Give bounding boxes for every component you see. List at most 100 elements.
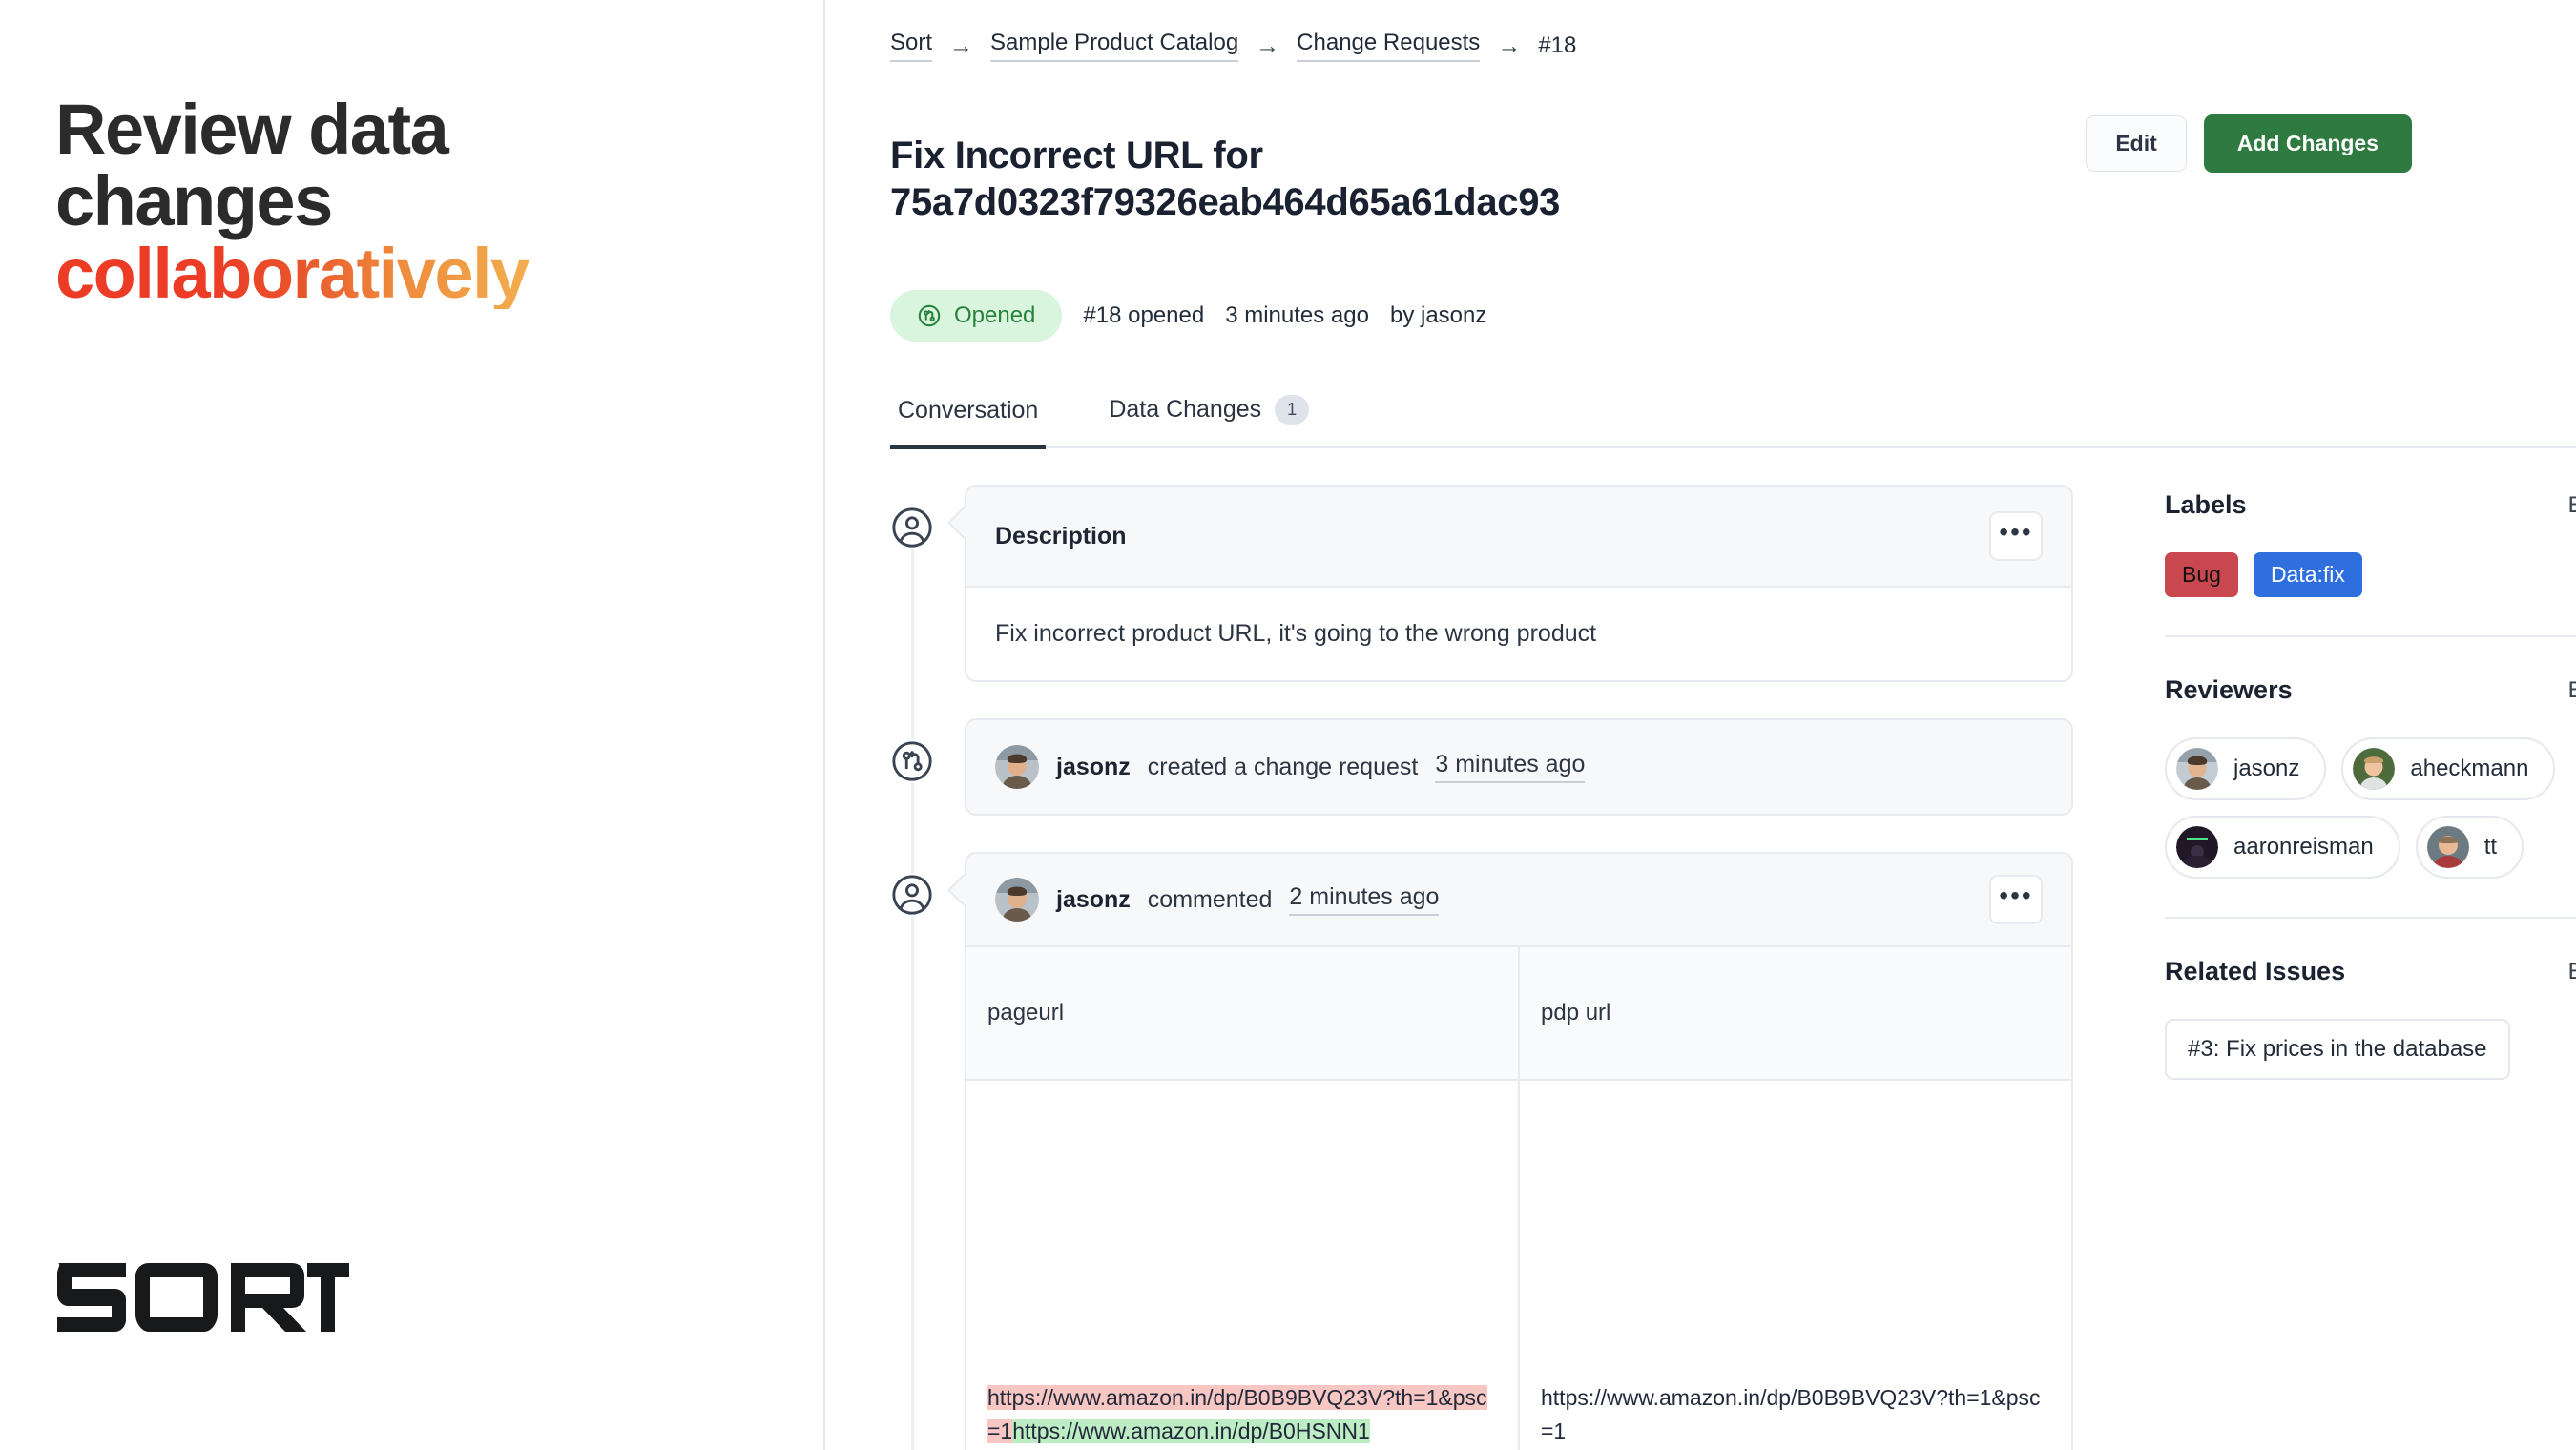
status-number: #18 opened xyxy=(1083,301,1205,328)
person-circle-icon xyxy=(890,506,934,550)
timeline-item-comment: jasonz commented 2 minutes ago ••• pageu… xyxy=(890,852,2073,1450)
status-meta-row: Opened #18 opened 3 minutes ago by jason… xyxy=(890,289,2576,342)
reviewers-list: jasonz aheckmann aaronreisman tt xyxy=(2165,737,2576,880)
avatar xyxy=(2176,748,2218,791)
status-badge-label: Opened xyxy=(954,301,1036,328)
reviewers-section: Reviewers Edit xyxy=(2165,675,2576,917)
promo-line-2: changes xyxy=(55,161,333,241)
tab-conversation[interactable]: Conversation xyxy=(890,397,1047,450)
event-timestamp[interactable]: 3 minutes ago xyxy=(1435,751,1586,784)
sidebar-divider xyxy=(2165,917,2576,920)
comment-action: commented xyxy=(1147,885,1273,913)
timeline-item-description: Description ••• Fix incorrect product UR… xyxy=(890,485,2073,683)
promo-panel: Review data changes collaboratively xyxy=(0,0,825,1450)
related-issues-title: Related Issues xyxy=(2165,957,2346,986)
comment-timestamp[interactable]: 2 minutes ago xyxy=(1289,883,1440,917)
breadcrumb-item-change-requests[interactable]: Change Requests xyxy=(1297,30,1481,62)
event-action: created a change request xyxy=(1147,753,1419,780)
content-columns: Description ••• Fix incorrect product UR… xyxy=(890,485,2576,1450)
breadcrumb-separator: → xyxy=(949,31,974,59)
label-chip-bug[interactable]: Bug xyxy=(2165,552,2238,598)
breadcrumb-item-current: #18 xyxy=(1538,32,1577,58)
sort-logo-icon xyxy=(57,1263,349,1332)
reviewers-title: Reviewers xyxy=(2165,675,2293,705)
event-card-wrap: jasonz created a change request 3 minute… xyxy=(965,718,2073,817)
status-author: by jasonz xyxy=(1389,301,1487,328)
avatar xyxy=(2353,748,2396,791)
tab-bar: Conversation Data Changes 1 xyxy=(890,394,2576,450)
tab-data-changes-count: 1 xyxy=(1275,394,1310,425)
reviewer-chip-aheckmann[interactable]: aheckmann xyxy=(2341,737,2556,801)
tab-data-changes[interactable]: Data Changes 1 xyxy=(1101,394,1317,449)
sidebar-divider xyxy=(2165,635,2576,638)
column-header-pageurl: pageurl xyxy=(966,947,1520,1082)
comment-card: jasonz commented 2 minutes ago ••• pageu… xyxy=(965,852,2073,1450)
description-body: Fix incorrect product URL, it's going to… xyxy=(995,620,1597,648)
reviewers-edit-label: Edit xyxy=(2567,676,2576,703)
promo-heading: Review data changes collaboratively xyxy=(55,93,761,309)
avatar xyxy=(2176,826,2218,869)
reviewer-chip-aaronreisman[interactable]: aaronreisman xyxy=(2165,816,2400,880)
label-chip-datafix[interactable]: Data:fix xyxy=(2253,552,2362,598)
breadcrumb-separator: → xyxy=(1497,31,1522,59)
pull-request-icon xyxy=(918,304,941,327)
reviewer-name: jasonz xyxy=(2233,756,2300,782)
reviewer-name: aaronreisman xyxy=(2233,834,2374,860)
timeline-column: Description ••• Fix incorrect product UR… xyxy=(890,485,2073,1450)
breadcrumb: Sort → Sample Product Catalog → Change R… xyxy=(890,27,2576,65)
comment-user: jasonz xyxy=(1056,885,1131,913)
tab-data-changes-label: Data Changes xyxy=(1109,396,1262,424)
avatar xyxy=(995,878,1039,922)
labels-list: Bug Data:fix xyxy=(2165,552,2576,598)
app-root: Review data changes collaboratively Sort… xyxy=(0,0,2576,1450)
related-issues-edit-label: Edit xyxy=(2567,958,2576,984)
edit-button[interactable]: Edit xyxy=(2086,115,2187,172)
promo-line-3: collaboratively xyxy=(55,233,530,313)
breadcrumb-separator: → xyxy=(1256,31,1280,59)
details-sidebar: Labels Edit Bug Data:fix xyxy=(2165,485,2576,1450)
person-circle-icon xyxy=(890,873,934,918)
add-changes-button[interactable]: Add Changes xyxy=(2203,114,2412,173)
description-card: Description ••• Fix incorrect product UR… xyxy=(965,485,2073,683)
description-card-wrap: Description ••• Fix incorrect product UR… xyxy=(965,485,2073,683)
related-issues-list: #3: Fix prices in the database xyxy=(2165,1019,2576,1081)
avatar xyxy=(2426,826,2469,869)
reviewer-chip-jasonz[interactable]: jasonz xyxy=(2165,737,2327,801)
status-time: 3 minutes ago xyxy=(1225,301,1369,328)
table-row: https://www.amazon.in/dp/B0B9BVQ23V?th=1… xyxy=(966,1080,2071,1450)
related-issues-edit-button[interactable]: Edit xyxy=(2568,958,2576,986)
description-title: Description xyxy=(995,522,1127,549)
labels-edit-button[interactable]: Edit xyxy=(2568,491,2576,520)
status-badge: Opened xyxy=(890,289,1063,342)
sort-logo xyxy=(53,1259,349,1336)
cell-pdp-url: https://www.amazon.in/dp/B0B9BVQ23V?th=1… xyxy=(1541,1385,2041,1443)
avatar xyxy=(995,745,1039,790)
tab-conversation-label: Conversation xyxy=(898,397,1039,425)
comment-card-header: jasonz commented 2 minutes ago ••• xyxy=(966,854,2071,948)
related-issue-chip[interactable]: #3: Fix prices in the database xyxy=(2165,1019,2510,1081)
page-title: Fix Incorrect URL for 75a7d0323f79326eab… xyxy=(890,135,1561,223)
table-header-row: pageurl pdp url xyxy=(966,947,2071,1082)
reviewer-name: aheckmann xyxy=(2410,756,2529,782)
git-pull-request-icon xyxy=(890,739,934,784)
breadcrumb-item-catalog[interactable]: Sample Product Catalog xyxy=(990,30,1239,62)
description-card-header: Description ••• xyxy=(966,487,2071,589)
reviewer-chip-tt[interactable]: tt xyxy=(2415,816,2524,880)
timeline-item-event: jasonz created a change request 3 minute… xyxy=(890,718,2073,817)
labels-edit-label: Edit xyxy=(2567,491,2576,518)
header-actions: Edit Add Changes xyxy=(2086,114,2412,173)
breadcrumb-item-sort[interactable]: Sort xyxy=(890,30,933,62)
cell-pageurl-diff: https://www.amazon.in/dp/B0B9BVQ23V?th=1… xyxy=(966,1080,1520,1450)
event-user: jasonz xyxy=(1056,753,1131,780)
promo-line-1: Review data xyxy=(55,89,449,169)
related-issues-section: Related Issues Edit #3: Fix prices in th… xyxy=(2165,957,2576,1118)
description-menu-button[interactable]: ••• xyxy=(1989,511,2043,562)
data-diff-table: pageurl pdp url https://www.amazon.in/dp… xyxy=(966,947,2071,1450)
main-panel: Sort → Sample Product Catalog → Change R… xyxy=(825,0,2576,1450)
labels-section: Labels Edit Bug Data:fix xyxy=(2165,490,2576,635)
column-header-pdp-url: pdp url xyxy=(1519,947,2071,1082)
labels-title: Labels xyxy=(2165,490,2247,520)
diff-added-text: https://www.amazon.in/dp/B0HSNN1 xyxy=(1012,1418,1370,1443)
comment-menu-button[interactable]: ••• xyxy=(1989,875,2043,925)
reviewers-edit-button[interactable]: Edit xyxy=(2568,676,2576,705)
